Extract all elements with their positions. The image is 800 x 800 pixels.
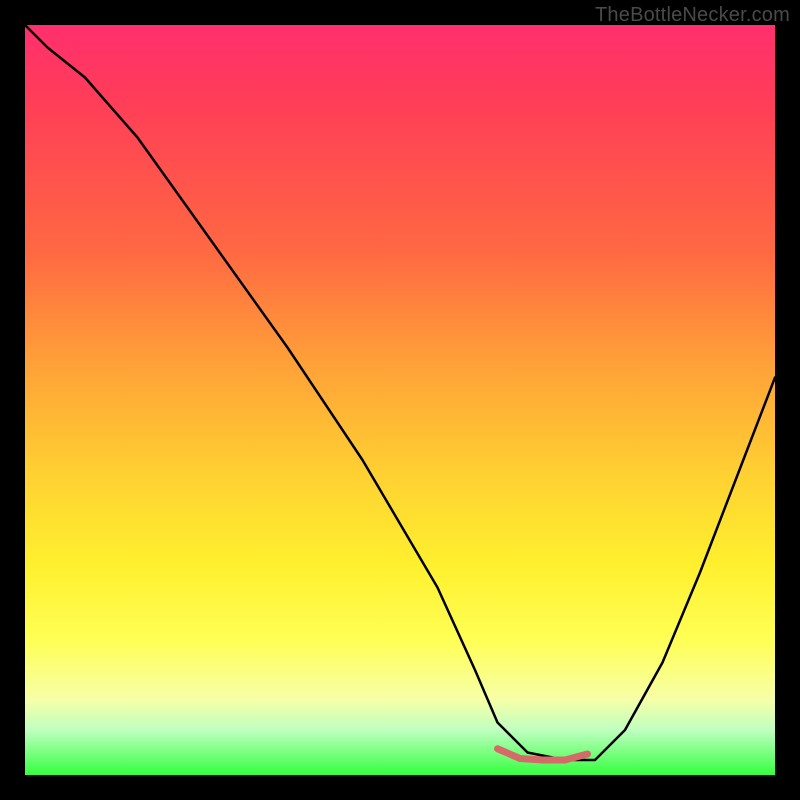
attribution-label: TheBottleNecker.com	[595, 4, 790, 27]
chart-frame: TheBottleNecker.com	[0, 0, 800, 800]
plot-area	[25, 25, 775, 775]
curve-svg	[25, 25, 775, 775]
main-curve-path	[25, 25, 775, 760]
